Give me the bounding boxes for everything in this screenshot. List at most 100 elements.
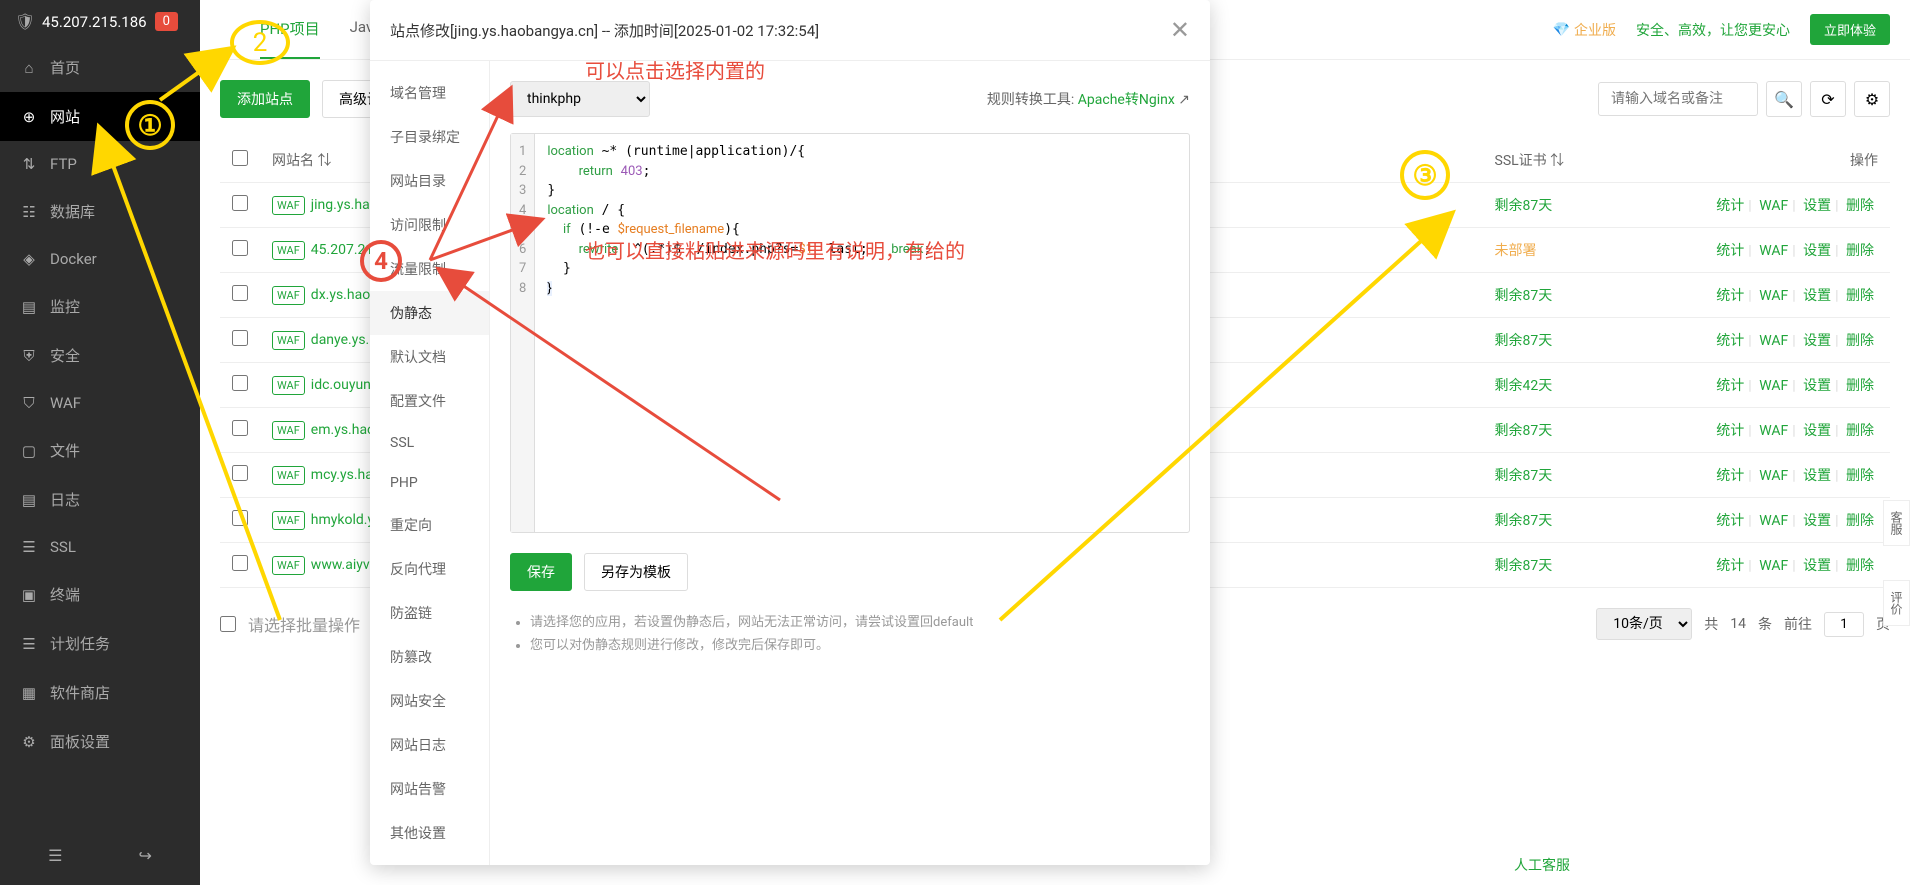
delete-link[interactable]: 删除: [1846, 243, 1874, 259]
convert-link[interactable]: Apache转Nginx: [1078, 92, 1175, 108]
waf-link[interactable]: WAF: [1759, 468, 1788, 484]
ssl-status[interactable]: 剩余87天: [1495, 558, 1553, 574]
ssl-status[interactable]: 剩余87天: [1495, 198, 1553, 214]
modal-tab-伪静态[interactable]: 伪静态: [370, 291, 489, 335]
row-checkbox[interactable]: [232, 330, 248, 346]
modal-tab-网站日志[interactable]: 网站日志: [370, 723, 489, 767]
delete-link[interactable]: 删除: [1846, 333, 1874, 349]
sidebar-item-terminal[interactable]: ▣终端: [0, 570, 200, 619]
stats-link[interactable]: 统计: [1716, 513, 1744, 529]
save-template-button[interactable]: 另存为模板: [584, 553, 688, 591]
modal-tab-重定向[interactable]: 重定向: [370, 503, 489, 547]
delete-link[interactable]: 删除: [1846, 468, 1874, 484]
sidebar-item-log[interactable]: ▤日志: [0, 475, 200, 524]
row-checkbox[interactable]: [232, 420, 248, 436]
waf-link[interactable]: WAF: [1759, 198, 1788, 214]
delete-link[interactable]: 删除: [1846, 423, 1874, 439]
modal-tab-防篡改[interactable]: 防篡改: [370, 635, 489, 679]
human-service[interactable]: 人工客服: [1514, 855, 1570, 875]
tab-PHP项目[interactable]: PHP项目: [260, 0, 320, 59]
delete-link[interactable]: 删除: [1846, 513, 1874, 529]
stats-link[interactable]: 统计: [1716, 378, 1744, 394]
modal-tab-子目录绑定[interactable]: 子目录绑定: [370, 115, 489, 159]
delete-link[interactable]: 删除: [1846, 288, 1874, 304]
settings-link[interactable]: 设置: [1803, 468, 1831, 484]
sidebar-item-ssl[interactable]: ☰SSL: [0, 524, 200, 570]
code-editor[interactable]: 12345678 location ~* (runtime|applicatio…: [510, 133, 1190, 533]
modal-tab-防盗链[interactable]: 防盗链: [370, 591, 489, 635]
row-checkbox[interactable]: [232, 195, 248, 211]
sidebar-item-globe[interactable]: ⊕网站: [0, 92, 200, 141]
settings-link[interactable]: 设置: [1803, 198, 1831, 214]
sidebar-item-home[interactable]: ⌂首页: [0, 43, 200, 92]
sidebar-item-db[interactable]: ☷数据库: [0, 187, 200, 236]
waf-link[interactable]: WAF: [1759, 378, 1788, 394]
stats-link[interactable]: 统计: [1716, 423, 1744, 439]
notification-badge[interactable]: 0: [155, 12, 178, 31]
stats-link[interactable]: 统计: [1716, 558, 1744, 574]
row-checkbox[interactable]: [232, 375, 248, 391]
sidebar-item-store[interactable]: ▦软件商店: [0, 668, 200, 717]
collapse-icon[interactable]: ☰: [48, 846, 62, 865]
settings-link[interactable]: 设置: [1803, 243, 1831, 259]
stats-link[interactable]: 统计: [1716, 333, 1744, 349]
row-checkbox[interactable]: [232, 510, 248, 526]
search-input[interactable]: [1598, 82, 1758, 116]
settings-link[interactable]: 设置: [1803, 513, 1831, 529]
sidebar-item-shield[interactable]: ⛨安全: [0, 331, 200, 380]
sidebar-item-docker[interactable]: ◈Docker: [0, 236, 200, 282]
modal-tab-其他设置[interactable]: 其他设置: [370, 811, 489, 855]
float-service[interactable]: 客服: [1883, 500, 1910, 546]
settings-button[interactable]: ⚙: [1854, 81, 1890, 117]
stats-link[interactable]: 统计: [1716, 468, 1744, 484]
row-checkbox[interactable]: [232, 240, 248, 256]
domain-link[interactable]: idc.ouyun: [311, 377, 371, 393]
waf-link[interactable]: WAF: [1759, 423, 1788, 439]
delete-link[interactable]: 删除: [1846, 198, 1874, 214]
enterprise-badge[interactable]: 💎 企业版: [1553, 20, 1616, 40]
settings-link[interactable]: 设置: [1803, 288, 1831, 304]
page-size-select[interactable]: 10条/页: [1596, 608, 1692, 640]
sidebar-item-monitor[interactable]: ▤监控: [0, 282, 200, 331]
row-checkbox[interactable]: [232, 465, 248, 481]
stats-link[interactable]: 统计: [1716, 288, 1744, 304]
row-checkbox[interactable]: [232, 285, 248, 301]
settings-link[interactable]: 设置: [1803, 333, 1831, 349]
ssl-status[interactable]: 剩余42天: [1495, 378, 1553, 394]
search-button[interactable]: 🔍: [1766, 81, 1802, 117]
stats-link[interactable]: 统计: [1716, 198, 1744, 214]
modal-tab-配置文件[interactable]: 配置文件: [370, 379, 489, 423]
waf-link[interactable]: WAF: [1759, 558, 1788, 574]
waf-link[interactable]: WAF: [1759, 333, 1788, 349]
try-button[interactable]: 立即体验: [1810, 14, 1890, 45]
stats-link[interactable]: 统计: [1716, 243, 1744, 259]
select-all-checkbox[interactable]: [232, 150, 248, 166]
modal-tab-SSL[interactable]: SSL: [370, 423, 489, 463]
waf-link[interactable]: WAF: [1759, 513, 1788, 529]
add-site-button[interactable]: 添加站点: [220, 80, 310, 118]
exit-icon[interactable]: ↪: [139, 846, 152, 865]
ssl-status[interactable]: 未部署: [1495, 243, 1537, 259]
waf-link[interactable]: WAF: [1759, 288, 1788, 304]
template-select[interactable]: thinkphp: [510, 81, 650, 117]
close-icon[interactable]: ✕: [1170, 16, 1190, 44]
settings-link[interactable]: 设置: [1803, 558, 1831, 574]
sidebar-item-task[interactable]: ☰计划任务: [0, 619, 200, 668]
ssl-status[interactable]: 剩余87天: [1495, 513, 1553, 529]
modal-tab-网站目录[interactable]: 网站目录: [370, 159, 489, 203]
code-content[interactable]: location ~* (runtime|application)/{ retu…: [535, 134, 1189, 532]
modal-tab-PHP[interactable]: PHP: [370, 463, 489, 503]
modal-tab-访问限制[interactable]: 访问限制: [370, 203, 489, 247]
page-input[interactable]: [1824, 612, 1864, 637]
sidebar-item-waf[interactable]: ⛉WAF: [0, 380, 200, 426]
modal-tab-域名管理[interactable]: 域名管理: [370, 71, 489, 115]
float-feedback[interactable]: 评价: [1883, 580, 1910, 626]
batch-checkbox[interactable]: [220, 616, 236, 632]
sidebar-item-folder[interactable]: ▢文件: [0, 426, 200, 475]
domain-link[interactable]: www.aiyv: [311, 557, 370, 573]
row-checkbox[interactable]: [232, 555, 248, 571]
save-button[interactable]: 保存: [510, 553, 572, 591]
modal-tab-网站安全[interactable]: 网站安全: [370, 679, 489, 723]
settings-link[interactable]: 设置: [1803, 423, 1831, 439]
sidebar-item-settings[interactable]: ⚙面板设置: [0, 717, 200, 766]
